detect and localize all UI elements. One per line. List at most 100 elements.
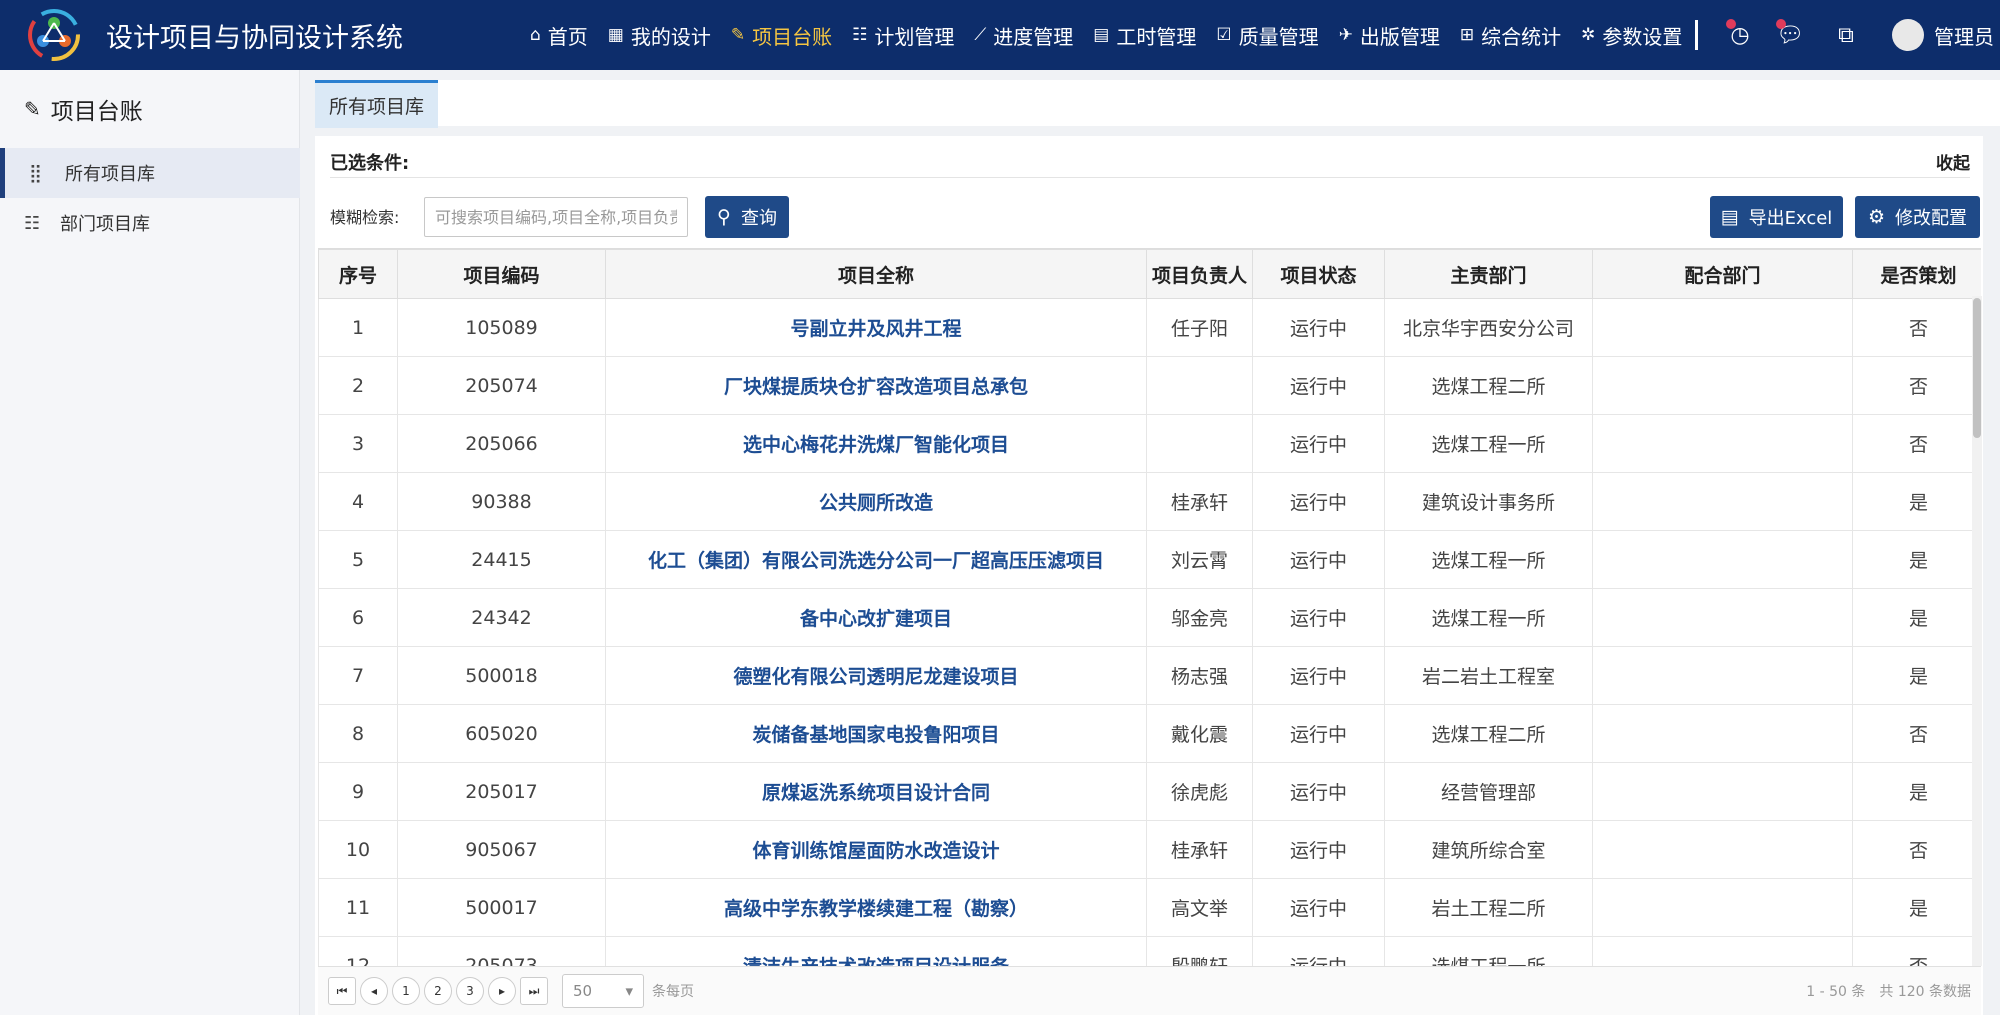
sidebar-title-label: 项目台账: [50, 99, 143, 125]
grid-icon: ⣿: [29, 162, 43, 184]
modify-config-button[interactable]: ⚙ 修改配置: [1855, 196, 1980, 238]
table-row[interactable]: 12205073清洁生产技术改造项目设计服务殷鹏轩运行中选煤工程一所 否: [318, 936, 1981, 966]
nav-item-3[interactable]: ☷ 计划管理: [852, 21, 954, 50]
table-cell: 905067: [397, 820, 606, 879]
nav-item-0[interactable]: ⌂ 首页: [530, 21, 588, 50]
project-name-link[interactable]: 公共厕所改造: [605, 472, 1147, 531]
first-page-button[interactable]: ⏮: [328, 977, 356, 1005]
project-name-link[interactable]: 备中心改扩建项目: [605, 588, 1147, 647]
table-row[interactable]: 5 24415 化工（集团）有限公司洗选分公司一厂超高压压滤项目 刘云霄 运行中 选煤工程…: [318, 530, 1981, 589]
project-name-link[interactable]: 化工（集团）有限公司洗选分公司一厂超高压压滤项目: [605, 530, 1147, 589]
nav-item-9[interactable]: ✲ 参数设置: [1581, 21, 1682, 50]
search-input[interactable]: [424, 197, 688, 237]
table-row[interactable]: 11 500017 高级中学东教学楼续建工程（勘察） 高文举 运行中 岩土工程二所 是: [318, 878, 1981, 937]
top-header: 设计项目与协同设计系统 ⌂ 首页 ▦ 我的设计 ✎ 项目台账 ☷ 计划管理 ⟋ 进度管理 ▤ 工时管理…: [0, 0, 2000, 70]
last-page-button[interactable]: ⏭: [520, 977, 548, 1005]
project-name-link[interactable]: 体育训练馆屋面防水改造设计: [605, 820, 1147, 879]
avatar[interactable]: [1892, 19, 1924, 51]
table-cell: 是: [1852, 878, 1981, 937]
nav-item-6[interactable]: ☑ 质量管理: [1216, 21, 1318, 50]
prev-page-button[interactable]: ◂: [360, 977, 388, 1005]
project-name-link[interactable]: 清洁生产技术改造项目设计服务: [605, 936, 1147, 966]
ledger-icon: ✎: [730, 25, 746, 45]
project-table: 序号 项目编码 项目全称 项目负责人 项目状态 主责部门 配合部门 是否策划 1 105089 号…: [318, 249, 1981, 966]
table-cell: [1592, 414, 1853, 473]
table-cell: 岩二岩土工程室: [1384, 646, 1593, 705]
project-name-link[interactable]: 号副立井及风井工程: [605, 298, 1147, 357]
table-cell: 经营管理部: [1384, 762, 1593, 821]
search-label: 模糊检索:: [330, 208, 400, 227]
page-size-select[interactable]: 50 ▾: [562, 974, 644, 1008]
next-page-button[interactable]: ▸: [488, 977, 516, 1005]
table-row[interactable]: 1 105089 号副立井及风井工程 任子阳 运行中 北京华宇西安分公司 否: [318, 298, 1981, 357]
record-range-label: 1 - 50 条 共 120 条数据: [1806, 984, 1971, 1000]
table-cell: 是: [1852, 762, 1981, 821]
table-cell: [1592, 762, 1853, 821]
table-cell: [1592, 878, 1853, 937]
query-button[interactable]: ⚲ 查询: [705, 196, 789, 238]
table-row[interactable]: 9 205017 原煤返洗系统项目设计合同 徐虎彪 运行中 经营管理部 是: [318, 762, 1981, 821]
table-cell: 205074: [397, 356, 606, 415]
nav-item-2[interactable]: ✎ 项目台账: [731, 21, 832, 50]
page-button-2[interactable]: 2: [424, 977, 452, 1005]
nav-item-8[interactable]: ⊞ 综合统计: [1460, 21, 1561, 50]
table-cell: 24342: [397, 588, 606, 647]
app-logo: [26, 7, 82, 63]
table-cell: [1146, 356, 1253, 415]
table-row[interactable]: 2 205074 厂块煤提质块仓扩容改造项目总承包 运行中 选煤工程二所 否: [318, 356, 1981, 415]
project-name-link[interactable]: 厂块煤提质块仓扩容改造项目总承包: [605, 356, 1147, 415]
project-name-link[interactable]: 选中心梅花井洗煤厂智能化项目: [605, 414, 1147, 473]
sidebar-item-all-projects[interactable]: ⣿ 所有项目库: [0, 148, 300, 198]
table-cell: 运行中: [1252, 414, 1385, 473]
table-row[interactable]: 10 905067 体育训练馆屋面防水改造设计 桂承轩 运行中 建筑所综合室 否: [318, 820, 1981, 879]
nav-item-4[interactable]: ⟋ 进度管理: [974, 21, 1073, 50]
clock-notification-icon[interactable]: ◷: [1720, 15, 1760, 55]
table-cell: 是: [1852, 530, 1981, 589]
scrollbar-thumb[interactable]: [1973, 298, 1981, 438]
project-name-link[interactable]: 原煤返洗系统项目设计合同: [605, 762, 1147, 821]
nav-item-1[interactable]: ▦ 我的设计: [608, 21, 711, 50]
main-nav: ⌂ 首页 ▦ 我的设计 ✎ 项目台账 ☷ 计划管理 ⟋ 进度管理 ▤ 工时管理 ☑ 质量管理 ✈ 出版管理 ⊞ 综…: [530, 0, 1702, 70]
tab-all-projects[interactable]: 所有项目库: [315, 80, 439, 128]
table-row[interactable]: 3 205066 选中心梅花井洗煤厂智能化项目 运行中 选煤工程一所 否: [318, 414, 1981, 473]
header-actions: ◷ 💬︎ ⧉ 管理员: [1695, 0, 1994, 70]
column-header: 项目状态: [1252, 249, 1385, 299]
message-icon[interactable]: 💬︎: [1770, 15, 1810, 55]
page-button-1[interactable]: 1: [392, 977, 420, 1005]
table-row[interactable]: 6 24342 备中心改扩建项目 邬金亮 运行中 选煤工程一所 是: [318, 588, 1981, 647]
table-cell: 运行中: [1252, 936, 1385, 966]
pagination-bar: ⏮ ◂ 1 2 3 ▸ ⏭ 50 ▾ 条每页 1 - 50 条 共 120 条数…: [318, 966, 1981, 1015]
table-cell: 运行中: [1252, 704, 1385, 763]
sidebar-item-department-projects[interactable]: ☷ 部门项目库: [0, 198, 300, 248]
project-name-link[interactable]: 高级中学东教学楼续建工程（勘察）: [605, 878, 1147, 937]
nav-item-5[interactable]: ▤ 工时管理: [1093, 21, 1196, 50]
export-excel-button[interactable]: ▤ 导出Excel: [1710, 196, 1843, 238]
table-cell: 5: [318, 530, 398, 589]
table-cell: 12: [318, 936, 398, 966]
page-button-3[interactable]: 3: [456, 977, 484, 1005]
sidebar: ✎ 项目台账 ⣿ 所有项目库 ☷ 部门项目库: [0, 70, 300, 1015]
table-cell: 是: [1852, 646, 1981, 705]
table-cell: 3: [318, 414, 398, 473]
main-panel: 已选条件: 收起 模糊检索: ⚲ 查询 ▤ 导出Excel ⚙ 修改配置 序号项…: [315, 136, 1983, 1015]
column-header: 配合部门: [1592, 249, 1853, 299]
project-table-container: 序号 项目编码 项目全称 项目负责人 项目状态 主责部门 配合部门 是否策划 1 105089 号…: [318, 248, 1981, 966]
app-title: 设计项目与协同设计系统: [106, 22, 403, 54]
column-header: 项目全称: [605, 249, 1147, 299]
window-switch-icon[interactable]: ⧉: [1826, 15, 1866, 55]
table-row[interactable]: 4 90388 公共厕所改造 桂承轩 运行中 建筑设计事务所 是: [318, 472, 1981, 531]
table-cell: 殷鹏轩: [1146, 936, 1253, 966]
notification-dot: [1776, 19, 1786, 29]
table-scrollbar[interactable]: [1972, 296, 1982, 966]
project-name-link[interactable]: 炭储备基地国家电投鲁阳项目: [605, 704, 1147, 763]
table-cell: 否: [1852, 704, 1981, 763]
user-name[interactable]: 管理员: [1934, 21, 1994, 50]
table-cell: 运行中: [1252, 762, 1385, 821]
project-name-link[interactable]: 德塑化有限公司透明尼龙建设项目: [605, 646, 1147, 705]
table-row[interactable]: 7 500018 德塑化有限公司透明尼龙建设项目 杨志强 运行中 岩二岩土工程室 是: [318, 646, 1981, 705]
collapse-link[interactable]: 收起: [1936, 149, 1970, 174]
table-row[interactable]: 8 605020 炭储备基地国家电投鲁阳项目 戴化震 运行中 选煤工程二所 否: [318, 704, 1981, 763]
table-cell: 运行中: [1252, 530, 1385, 589]
sidebar-item-label: 所有项目库: [65, 164, 155, 185]
nav-item-7[interactable]: ✈ 出版管理: [1339, 21, 1440, 50]
